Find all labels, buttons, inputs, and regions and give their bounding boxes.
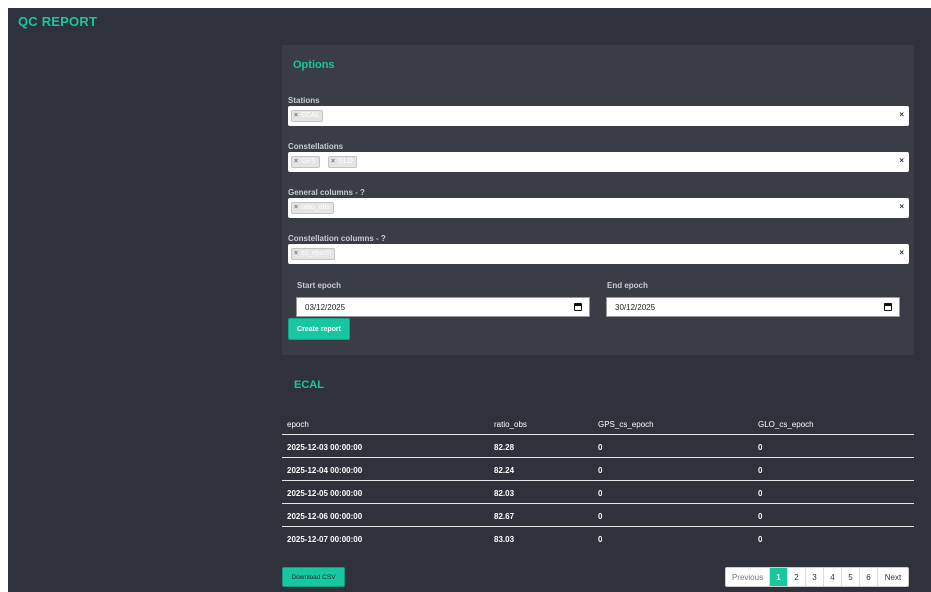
column-header[interactable]: epoch xyxy=(287,420,309,429)
table-cell: 82.24 xyxy=(494,466,515,475)
constellation-columns-select[interactable]: × cs_epoch × xyxy=(288,244,909,264)
clear-general-columns-icon[interactable]: × xyxy=(899,202,904,211)
table-cell: 2025-12-03 00:00:00 xyxy=(287,443,363,452)
page-3-button[interactable]: 3 xyxy=(806,568,824,586)
station-tag-ecal: × ECAL xyxy=(291,110,324,122)
table-cell: 0 xyxy=(598,443,603,452)
next-page-button[interactable]: Next xyxy=(878,568,908,586)
table-cell: 2025-12-07 00:00:00 xyxy=(287,535,363,544)
column-header[interactable]: GPS_cs_epoch xyxy=(598,420,654,429)
constellation-tag-glo: × GLO xyxy=(328,156,357,168)
general-column-tag-ratio-obs: × ratio_obs xyxy=(291,202,334,214)
table-cell: 0 xyxy=(758,489,763,498)
clear-constellations-icon[interactable]: × xyxy=(899,156,904,165)
calendar-icon[interactable] xyxy=(884,303,892,311)
end-epoch-input[interactable]: 30/12/2025 xyxy=(606,297,900,317)
column-header[interactable]: GLO_cs_epoch xyxy=(758,420,814,429)
page-2-button[interactable]: 2 xyxy=(788,568,806,586)
table-cell: 0 xyxy=(758,535,763,544)
constellation-tag-gps: × GPS xyxy=(291,156,320,168)
constellations-label: Constellations xyxy=(288,142,344,151)
table-cell: 83.03 xyxy=(494,535,515,544)
download-csv-button[interactable]: Download CSV xyxy=(282,567,345,587)
general-columns-select[interactable]: × ratio_obs × xyxy=(288,198,909,218)
options-panel: Options Stations × ECAL × Constellations… xyxy=(282,45,914,355)
report-station-title: ECAL xyxy=(294,379,324,391)
page-5-button[interactable]: 5 xyxy=(842,568,860,586)
table-cell: 2025-12-06 00:00:00 xyxy=(287,512,363,521)
table-cell: 0 xyxy=(758,443,763,452)
remove-tag-icon[interactable]: × xyxy=(294,111,298,121)
remove-tag-icon[interactable]: × xyxy=(331,157,335,167)
table-cell: 0 xyxy=(598,512,603,521)
options-title: Options xyxy=(293,59,335,71)
constellation-column-tag-cs-epoch: × cs_epoch xyxy=(291,248,336,260)
calendar-icon[interactable] xyxy=(574,303,582,311)
remove-tag-icon[interactable]: × xyxy=(294,249,298,259)
table-cell: 0 xyxy=(598,489,603,498)
create-report-button[interactable]: Create report xyxy=(288,318,350,340)
end-epoch-label: End epoch xyxy=(607,281,648,290)
table-row: 2025-12-06 00:00:00 82.67 0 0 xyxy=(282,504,914,527)
table-cell: 2025-12-05 00:00:00 xyxy=(287,489,363,498)
pagination: Previous 1 2 3 4 5 6 Next xyxy=(725,567,909,587)
table-row: 2025-12-07 00:00:00 83.03 0 0 xyxy=(282,527,914,550)
app-brand: QC REPORT xyxy=(18,14,98,29)
clear-constellation-columns-icon[interactable]: × xyxy=(899,248,904,257)
table-row: 2025-12-04 00:00:00 82.24 0 0 xyxy=(282,458,914,481)
constellations-select[interactable]: × GPS × GLO × xyxy=(288,152,909,172)
page-6-button[interactable]: 6 xyxy=(860,568,878,586)
page-1-button[interactable]: 1 xyxy=(770,568,788,586)
stations-select[interactable]: × ECAL × xyxy=(288,106,909,126)
table-cell: 0 xyxy=(598,535,603,544)
table-row: 2025-12-05 00:00:00 82.03 0 0 xyxy=(282,481,914,504)
table-cell: 82.03 xyxy=(494,489,515,498)
remove-tag-icon[interactable]: × xyxy=(294,157,298,167)
table-header-row: epoch ratio_obs GPS_cs_epoch GLO_cs_epoc… xyxy=(282,411,914,435)
clear-stations-icon[interactable]: × xyxy=(899,110,904,119)
table-cell: 0 xyxy=(758,466,763,475)
report-table: epoch ratio_obs GPS_cs_epoch GLO_cs_epoc… xyxy=(282,411,914,550)
table-cell: 0 xyxy=(758,512,763,521)
page-4-button[interactable]: 4 xyxy=(824,568,842,586)
previous-page-button[interactable]: Previous xyxy=(726,568,770,586)
start-epoch-label: Start epoch xyxy=(297,281,342,290)
general-columns-label: General columns - ? xyxy=(288,188,365,197)
table-cell: 2025-12-04 00:00:00 xyxy=(287,466,363,475)
constellation-columns-label: Constellation columns - ? xyxy=(288,234,386,243)
table-cell: 82.67 xyxy=(494,512,515,521)
remove-tag-icon[interactable]: × xyxy=(294,203,298,213)
start-epoch-input[interactable]: 03/12/2025 xyxy=(296,297,590,317)
stations-label: Stations xyxy=(288,96,320,105)
table-cell: 82.28 xyxy=(494,443,515,452)
app-container: QC REPORT Options Stations × ECAL × Cons… xyxy=(8,8,931,592)
table-row: 2025-12-03 00:00:00 82.28 0 0 xyxy=(282,435,914,458)
column-header[interactable]: ratio_obs xyxy=(494,420,527,429)
table-cell: 0 xyxy=(598,466,603,475)
